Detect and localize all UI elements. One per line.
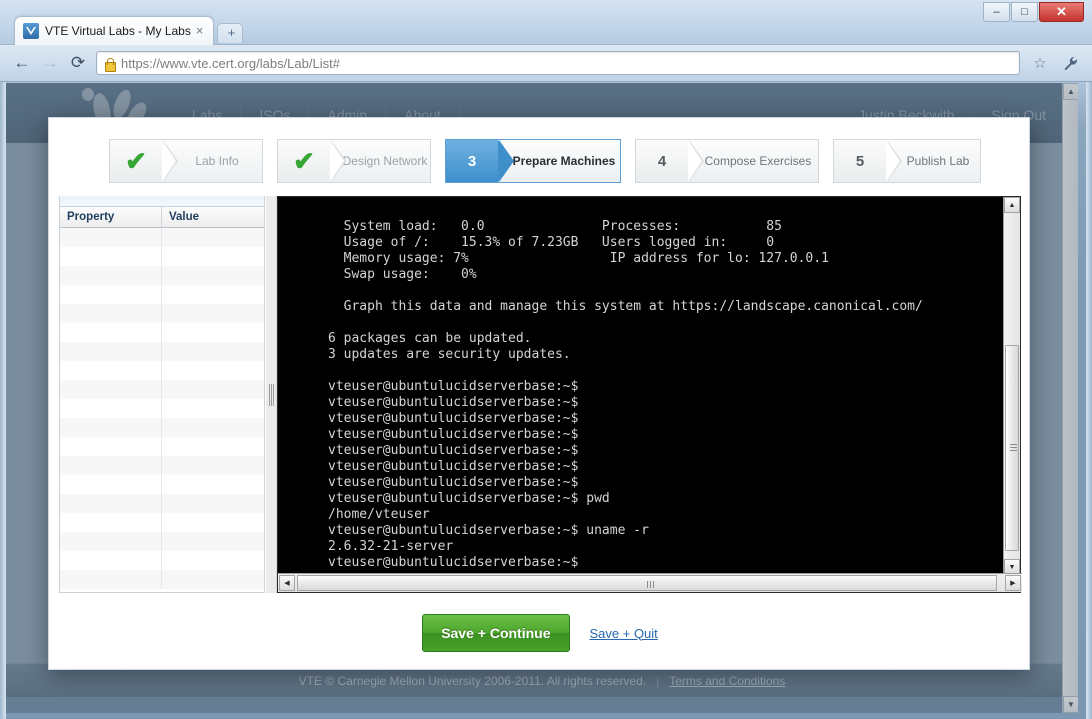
url-path: /labs/Lab/List# xyxy=(256,55,340,71)
minimize-window-button[interactable]: – xyxy=(983,2,1010,22)
window-right-edge xyxy=(1086,0,1092,719)
maximize-window-button[interactable]: □ xyxy=(1011,2,1038,22)
reload-icon[interactable]: ⟳ xyxy=(64,50,92,76)
browser-tabstrip: VTE Virtual Labs - My Labs × + – □ ✕ xyxy=(0,0,1092,45)
window-controls: – □ ✕ xyxy=(983,2,1084,22)
address-bar-url: https://www.vte.cert.org/labs/Lab/List# xyxy=(121,56,340,71)
forward-arrow-icon[interactable]: → xyxy=(36,50,64,76)
browser-tab-active[interactable]: VTE Virtual Labs - My Labs × xyxy=(14,16,214,45)
browser-tab-title: VTE Virtual Labs - My Labs xyxy=(45,24,191,38)
browser-navbar: ← → ⟳ https://www.vte.cert.org/labs/Lab/… xyxy=(0,45,1092,82)
back-arrow-icon[interactable]: ← xyxy=(8,50,36,76)
bookmark-star-icon[interactable]: ☆ xyxy=(1026,50,1054,76)
close-window-button[interactable]: ✕ xyxy=(1039,2,1084,22)
ssl-warning-lock-icon[interactable] xyxy=(103,57,116,72)
wrench-menu-icon[interactable] xyxy=(1056,50,1084,76)
vte-favicon-icon xyxy=(23,23,39,39)
browser-window: VTE Virtual Labs - My Labs × + – □ ✕ ← →… xyxy=(0,0,1092,719)
close-tab-icon[interactable]: × xyxy=(192,23,207,39)
url-scheme-host: https://www.vte.cert.org xyxy=(121,55,257,71)
window-left-edge xyxy=(0,0,6,719)
plus-icon[interactable]: + xyxy=(226,26,237,39)
address-bar[interactable]: https://www.vte.cert.org/labs/Lab/List# xyxy=(96,51,1020,75)
